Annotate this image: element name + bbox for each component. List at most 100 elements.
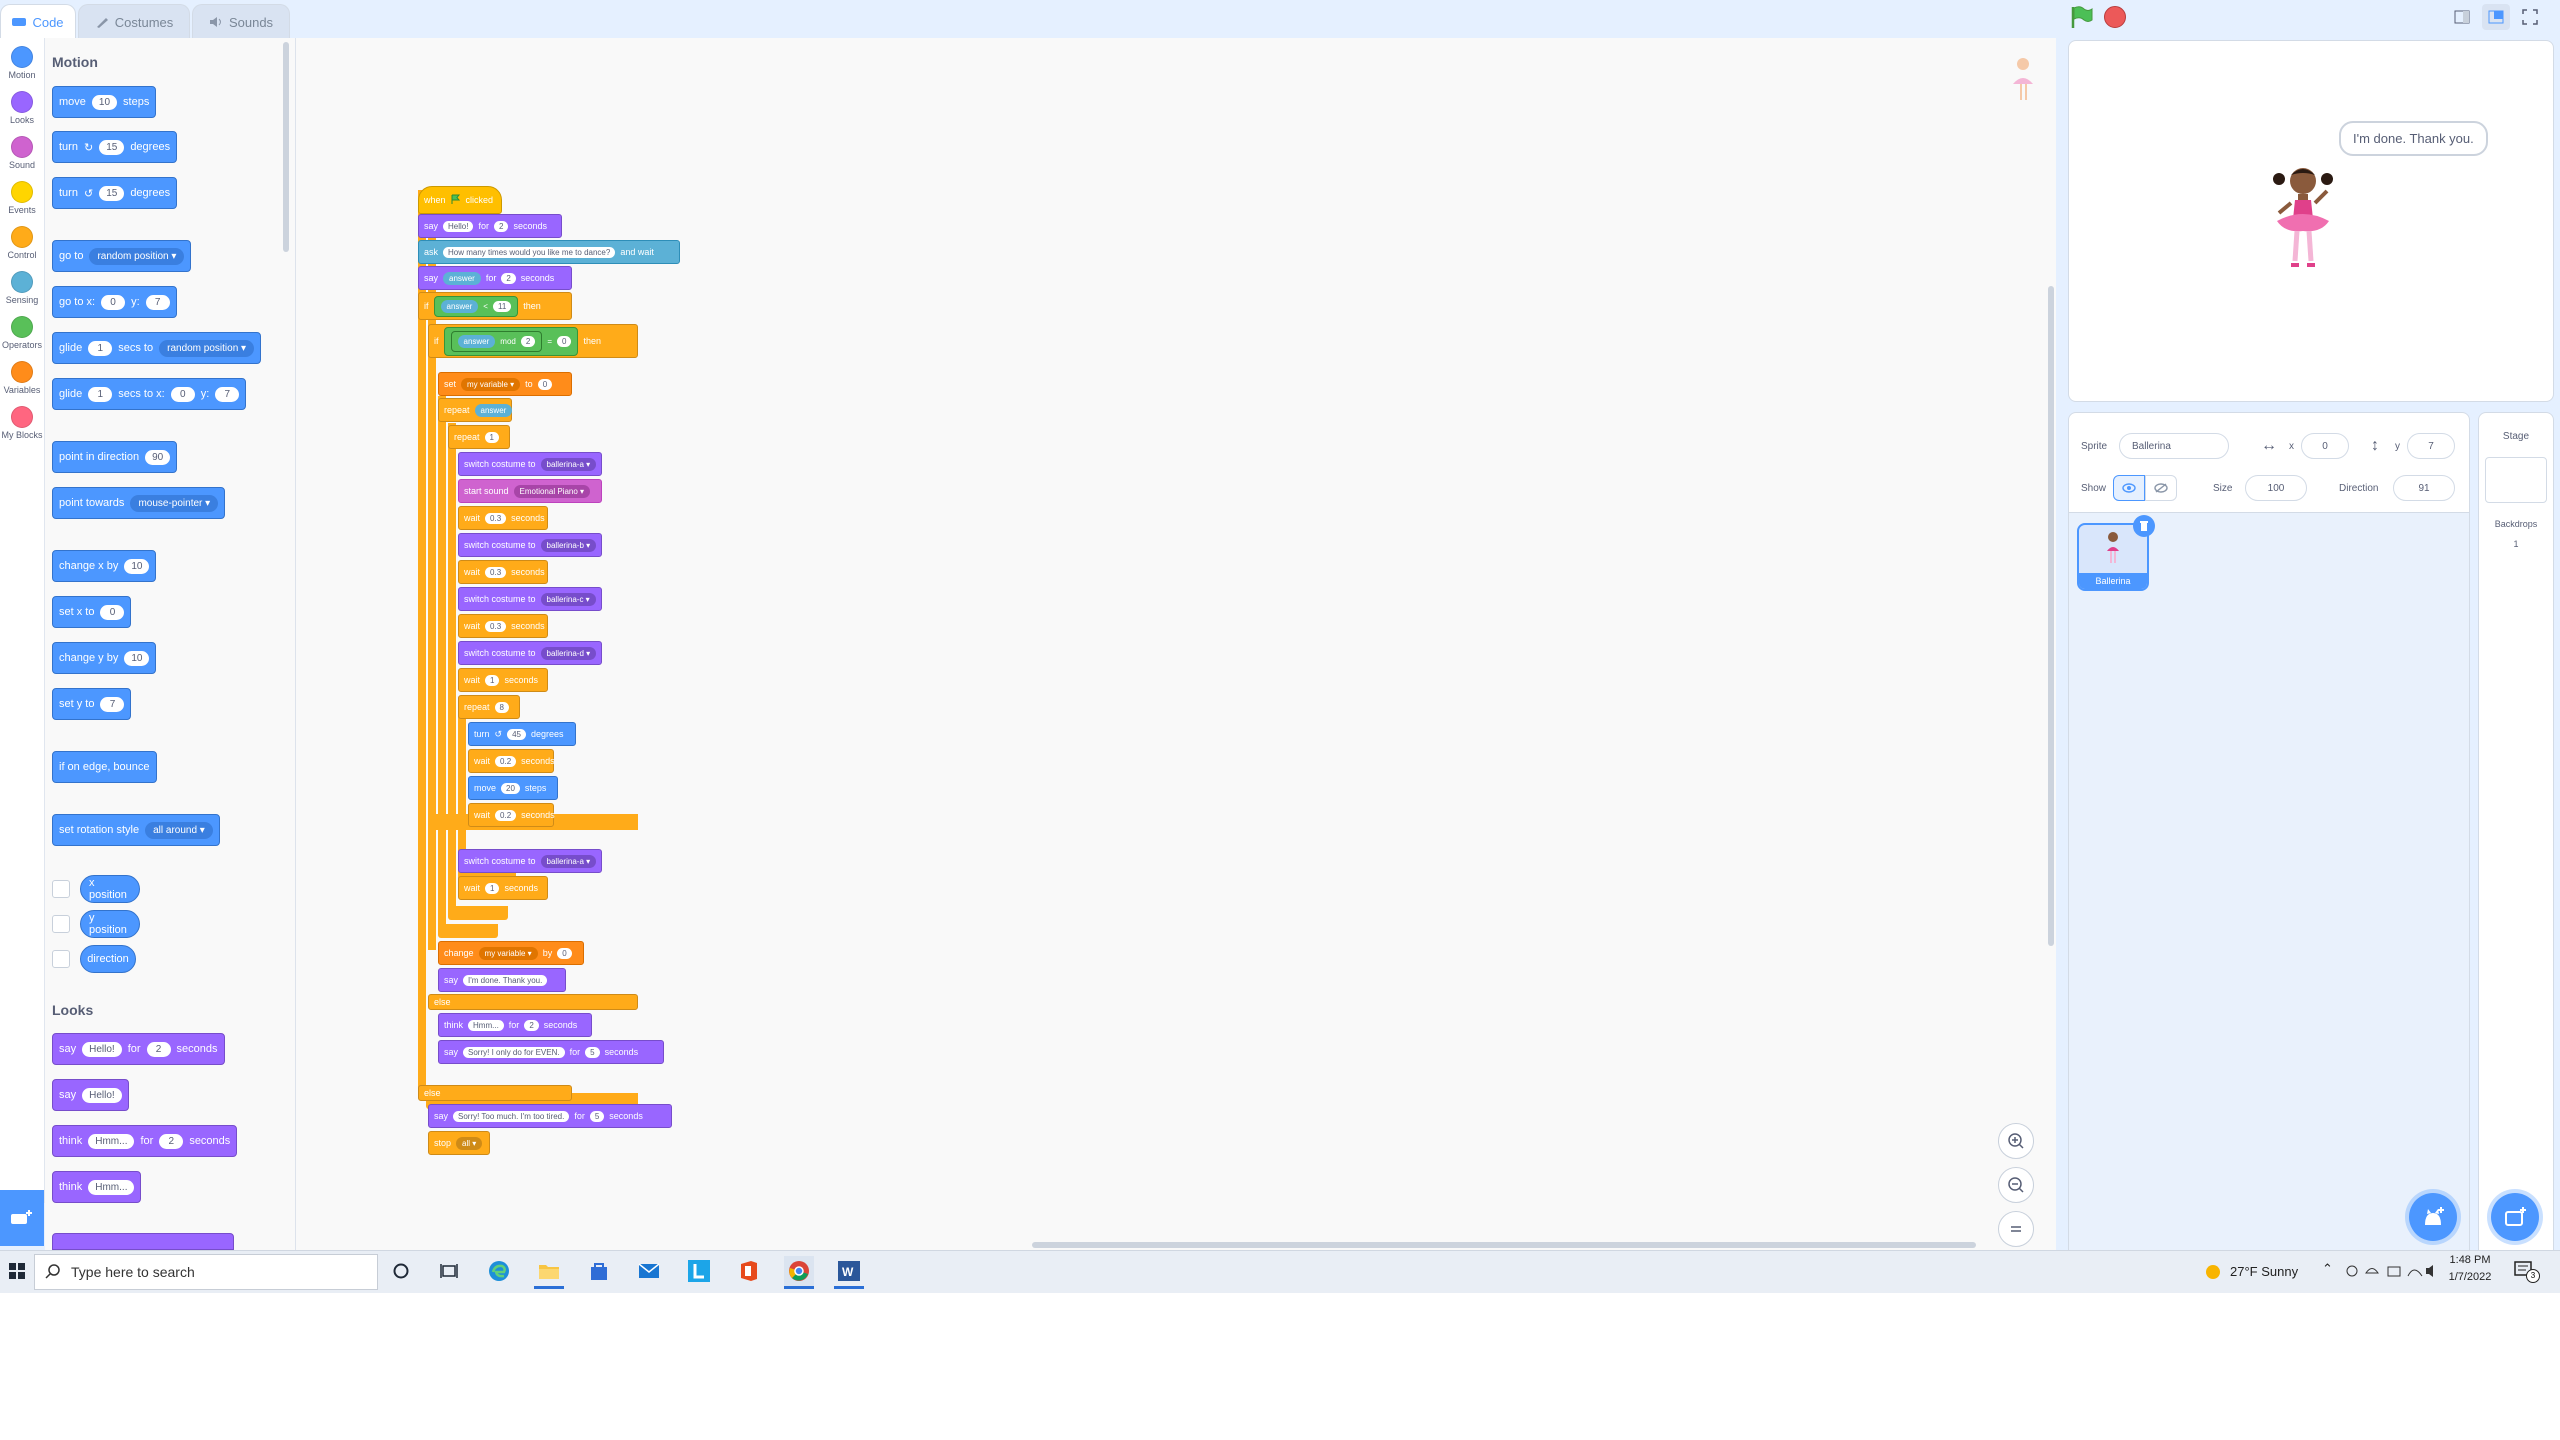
change-y-block[interactable]: change y by 10 (52, 642, 157, 674)
wait-block[interactable]: wait 0.2 seconds (468, 803, 555, 827)
block-input[interactable]: Hmm... (468, 1019, 504, 1031)
ask-and-wait-block[interactable]: ask How many times would you like me to d… (418, 240, 680, 264)
block-input[interactable]: 2 (493, 220, 509, 232)
answer-reporter[interactable]: answer (457, 334, 496, 348)
notifications-button[interactable]: 3 (2514, 1261, 2540, 1286)
category-variables[interactable]: Variables (0, 361, 44, 395)
choose-sprite-button[interactable] (2409, 1193, 2457, 1241)
small-stage-button[interactable] (2448, 4, 2476, 30)
add-extension-button[interactable] (0, 1190, 44, 1246)
say-hello-for-block[interactable]: say Hello! for 2 seconds (418, 214, 562, 238)
block-input[interactable]: 1 (484, 431, 499, 443)
block-input[interactable]: Hello! (443, 220, 474, 232)
show-visible-button[interactable] (2113, 475, 2145, 501)
block-input[interactable]: 8 (494, 701, 509, 713)
costume-dropdown[interactable]: ballerina-a (540, 854, 597, 868)
category-my-blocks[interactable]: My Blocks (0, 406, 44, 440)
block-input[interactable]: Sorry! Too much. I'm too tired. (453, 1110, 570, 1122)
block-dropdown[interactable]: random position (89, 247, 185, 265)
say-done-block[interactable]: say I'm done. Thank you. (438, 968, 566, 992)
set-x-block[interactable]: set x to 0 (52, 596, 132, 628)
category-looks[interactable]: Looks (0, 91, 44, 125)
palette-scrollbar[interactable] (283, 42, 289, 252)
point-towards-block[interactable]: point towards mouse-pointer (52, 487, 226, 519)
block-input[interactable]: 2 (520, 335, 536, 347)
category-control[interactable]: Control (0, 226, 44, 260)
block-input[interactable]: 1 (485, 882, 500, 894)
block-input[interactable]: 7 (215, 386, 240, 402)
tab-code[interactable]: Code (0, 4, 76, 39)
block-input[interactable]: Hmm... (88, 1179, 135, 1195)
move-steps-block[interactable]: move 20 steps (468, 776, 558, 800)
store-taskbar-button[interactable] (584, 1256, 614, 1286)
block-input[interactable]: 45 (507, 728, 526, 740)
say-for-block[interactable]: say Hello! for 2 seconds (52, 1033, 225, 1065)
repeat-8-block[interactable]: repeat 8 (458, 695, 520, 719)
weather-text[interactable]: 27°F Sunny (2230, 1264, 2298, 1279)
variable-dropdown[interactable]: my variable (478, 946, 538, 960)
say-block[interactable]: say Hello! (52, 1079, 129, 1111)
stop-all-block[interactable]: stop all (428, 1131, 490, 1155)
category-sound[interactable]: Sound (0, 136, 44, 170)
say-too-tired-block[interactable]: say Sorry! Too much. I'm too tired. for 5 se… (428, 1104, 672, 1128)
block-input[interactable]: 1 (88, 386, 113, 402)
x-field[interactable]: 0 (2301, 433, 2349, 459)
taskbar-search-box[interactable]: Type here to search (34, 1254, 378, 1290)
block-input[interactable]: Hmm... (88, 1133, 135, 1149)
wait-block[interactable]: wait 1 seconds (458, 668, 548, 692)
category-motion[interactable]: Motion (0, 46, 44, 80)
zoom-in-button[interactable] (1998, 1123, 2034, 1159)
go-to-block[interactable]: go to random position (52, 240, 192, 272)
clock-time[interactable]: 1:48 PM (2440, 1254, 2500, 1266)
stage-selector[interactable]: Stage Backdrops 1 (2478, 412, 2554, 1250)
repeat-1-block[interactable]: repeat 1 (448, 425, 510, 449)
start-sound-block[interactable]: start sound Emotional Piano (458, 479, 602, 503)
category-events[interactable]: Events (0, 181, 44, 215)
x-position-checkbox[interactable] (52, 880, 70, 898)
block-input[interactable]: 20 (501, 782, 520, 794)
if-answer-mod-block[interactable]: if answer mod 2 = 0 then (428, 324, 638, 358)
block-input[interactable]: 0 (100, 604, 125, 620)
block-input[interactable]: 2 (501, 272, 516, 284)
repeat-answer-block[interactable]: repeat answer (438, 398, 513, 422)
category-sensing[interactable]: Sensing (0, 271, 44, 305)
office-taskbar-button[interactable] (734, 1256, 764, 1286)
zoom-out-button[interactable] (1998, 1167, 2034, 1203)
block-input[interactable]: 15 (99, 185, 125, 201)
y-position-reporter[interactable]: y position (80, 910, 140, 938)
wait-block[interactable]: wait 0.3 seconds (458, 506, 548, 530)
block-input[interactable]: 2 (146, 1041, 171, 1057)
switch-costume-a-block[interactable]: switch costume to ballerina-a (458, 849, 602, 873)
ballerina-sprite[interactable] (2269, 161, 2339, 286)
block-input[interactable]: 0 (170, 386, 195, 402)
block-input[interactable]: 0.2 (495, 755, 517, 767)
block-input[interactable]: 1 (485, 674, 500, 686)
block-input[interactable]: 0 (556, 335, 572, 347)
think-block[interactable]: think Hmm... (52, 1171, 142, 1203)
turn-left-block[interactable]: turn ↺ 45 degrees (468, 722, 576, 746)
block-input[interactable]: I'm done. Thank you. (463, 974, 548, 986)
y-position-checkbox[interactable] (52, 915, 70, 933)
set-y-block[interactable]: set y to 7 (52, 688, 132, 720)
answer-reporter[interactable]: answer (440, 299, 479, 313)
point-direction-block[interactable]: point in direction 90 (52, 441, 178, 473)
task-view-button[interactable] (434, 1256, 464, 1286)
think-for-block[interactable]: think Hmm... for 2 seconds (52, 1125, 238, 1157)
direction-reporter[interactable]: direction (80, 945, 136, 973)
answer-reporter[interactable]: answer (443, 271, 481, 285)
glide-to-block[interactable]: glide 1 secs to random position (52, 332, 262, 364)
costume-dropdown[interactable]: ballerina-b (540, 538, 597, 552)
stop-button[interactable] (2104, 6, 2126, 28)
equals-operator[interactable]: answer mod 2 = 0 (443, 326, 579, 356)
block-input[interactable]: 90 (145, 449, 171, 465)
choose-backdrop-button[interactable] (2491, 1193, 2539, 1241)
block-input[interactable]: 7 (145, 294, 170, 310)
costume-dropdown[interactable]: ballerina-c (540, 592, 596, 606)
mail-taskbar-button[interactable] (634, 1256, 664, 1286)
block-input[interactable]: 15 (99, 139, 125, 155)
script-horizontal-scrollbar[interactable] (1032, 1242, 1976, 1248)
block-input[interactable]: 0.2 (495, 809, 517, 821)
normal-stage-button[interactable] (2482, 4, 2510, 30)
tray-status-icons[interactable] (2344, 1262, 2434, 1285)
block-dropdown[interactable]: mouse-pointer (130, 494, 219, 512)
